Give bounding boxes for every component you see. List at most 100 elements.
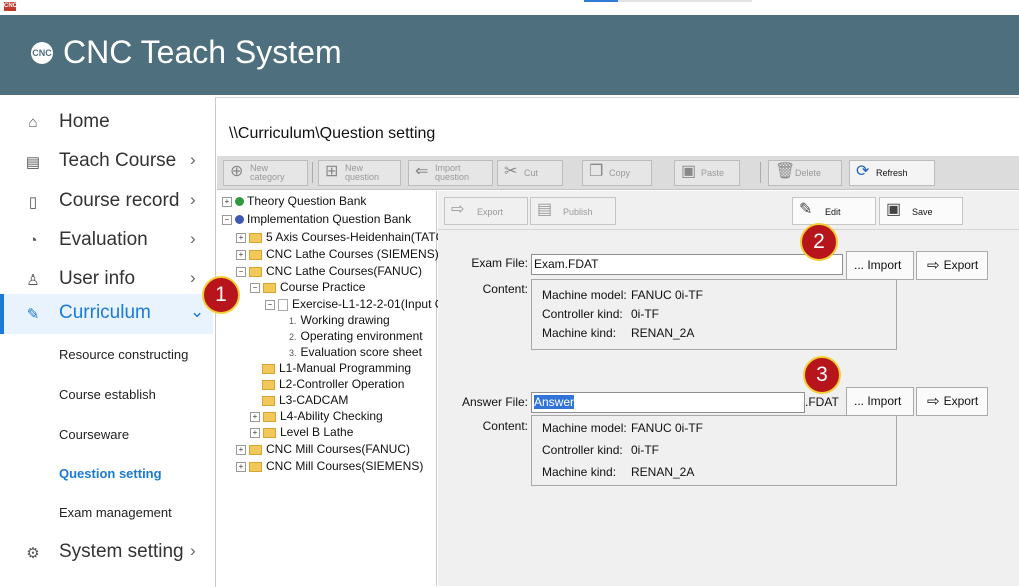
- tree-node-mill-fanuc[interactable]: + CNC Mill Courses(FANUC): [236, 441, 410, 457]
- sidebar-item-label: Course record: [59, 190, 180, 211]
- chevron-down-icon: ⌄: [190, 302, 205, 321]
- expand-icon[interactable]: +: [222, 196, 232, 207]
- answer-content-label: Content:: [482, 419, 528, 433]
- top-progress-strip: [584, 0, 752, 2]
- collapse-icon[interactable]: −: [222, 214, 232, 225]
- tree-node-l3[interactable]: L3-CADCAM: [262, 392, 348, 408]
- paste-icon: ▣: [681, 163, 697, 180]
- tree-node-operating-environment[interactable]: 2. Operating environment: [289, 328, 423, 344]
- sidebar-item-teach-course[interactable]: ▤ Teach Course ›: [0, 142, 213, 182]
- tree-node-level-b[interactable]: + Level B Lathe: [250, 424, 353, 440]
- export-button[interactable]: ⇨ Export: [444, 197, 528, 225]
- trash-icon: 🗑: [775, 163, 796, 180]
- toolbar-separator: [312, 162, 313, 183]
- exam-file-field[interactable]: Exam.FDAT: [531, 254, 843, 275]
- sidebar-subitem-courseware[interactable]: Courseware: [59, 427, 129, 442]
- exam-content-label: Content:: [482, 282, 528, 296]
- tree-node-l2[interactable]: L2-Controller Operation: [262, 376, 404, 392]
- sidebar-subitem-question-setting[interactable]: Question setting: [59, 466, 162, 481]
- sidebar-item-home[interactable]: ⌂ Home: [0, 103, 213, 143]
- tree-node-l4[interactable]: + L4-Ability Checking: [250, 408, 383, 424]
- tree-node-l1[interactable]: L1-Manual Programming: [262, 360, 411, 376]
- edit-button[interactable]: ✎ Edit: [792, 197, 876, 225]
- sidebar-subitem-resource-constructing[interactable]: Resource constructing: [59, 347, 188, 362]
- expand-icon[interactable]: +: [236, 232, 246, 243]
- paste-button[interactable]: ▣ Paste: [674, 160, 740, 186]
- sidebar-item-label: System setting: [59, 541, 184, 562]
- sidebar-item-label: User info: [59, 268, 136, 289]
- new-question-button[interactable]: ⊞ New question: [318, 160, 401, 186]
- exam-export-button[interactable]: ⇨ Export: [916, 251, 988, 280]
- top-progress-fill: [584, 0, 618, 2]
- sidebar-item-system-setting[interactable]: ⚙ System setting ›: [0, 533, 213, 573]
- tree-node-implementation[interactable]: − Implementation Question Bank: [222, 211, 411, 227]
- cut-label: Cut: [524, 168, 539, 178]
- import-question-button[interactable]: ⇐ Import question: [408, 160, 493, 186]
- new-category-button[interactable]: ⊕ New category: [223, 160, 308, 186]
- sidebar-subitem-course-establish[interactable]: Course establish: [59, 387, 156, 402]
- tree-node-exercise[interactable]: − Exercise-L1-12-2-01(Input Co: [265, 296, 450, 312]
- collapse-icon[interactable]: −: [265, 299, 275, 310]
- answer-file-label: Answer File:: [461, 395, 528, 409]
- delete-button[interactable]: 🗑 Delete: [768, 160, 842, 186]
- chevron-right-icon: ›: [190, 150, 196, 169]
- save-icon: ▣: [886, 201, 902, 218]
- tree-node-working-drawing[interactable]: 1. Working drawing: [289, 312, 390, 328]
- sidebar: ⌂ Home ▤ Teach Course › ▯ Course record …: [0, 95, 213, 586]
- export-icon: ⇨: [927, 257, 940, 275]
- sidebar-subitem-exam-management[interactable]: Exam management: [59, 505, 172, 520]
- top-strip: CNC: [0, 0, 1019, 15]
- refresh-label: Refresh: [876, 168, 908, 178]
- tree-node-5axis[interactable]: +5 Axis Courses-Heidenhain(TATC): [236, 229, 448, 245]
- expand-icon[interactable]: +: [236, 444, 246, 455]
- file-icon: [278, 298, 288, 311]
- import-question-label-line2: question: [435, 172, 470, 182]
- home-icon: ⌂: [28, 114, 38, 131]
- tree-node-theory[interactable]: + Theory Question Bank: [222, 193, 366, 209]
- expand-icon[interactable]: +: [236, 461, 246, 472]
- collapse-icon[interactable]: −: [236, 266, 246, 277]
- folder-icon: [263, 427, 276, 438]
- step-badge-3: 3: [803, 356, 841, 394]
- exam-content-box: Machine model: FANUC 0i-TF Controller kin…: [531, 279, 897, 350]
- chevron-right-icon: ›: [190, 541, 196, 560]
- app-small-logo: CNC: [4, 2, 17, 11]
- chevron-right-icon: ›: [190, 190, 196, 209]
- folder-icon: [249, 266, 262, 277]
- detail-toolbar: ⇨ Export ▤ Publish ✎ Edit ▣ Save: [438, 191, 1019, 230]
- tree-node-course-practice[interactable]: − Course Practice: [250, 279, 365, 295]
- save-button[interactable]: ▣ Save: [879, 197, 963, 225]
- answer-import-button[interactable]: ... Import: [846, 387, 914, 416]
- new-question-icon: ⊞: [325, 163, 339, 180]
- expand-icon[interactable]: +: [236, 249, 246, 260]
- expand-icon[interactable]: +: [250, 427, 260, 438]
- answer-export-button[interactable]: ⇨ Export: [916, 387, 988, 416]
- expand-icon[interactable]: +: [250, 411, 260, 422]
- exam-import-button[interactable]: ... Import: [846, 251, 914, 280]
- edit-label: Edit: [825, 207, 841, 217]
- collapse-icon[interactable]: −: [250, 282, 260, 293]
- cut-button[interactable]: ✂ Cut: [497, 160, 563, 186]
- sidebar-item-curriculum[interactable]: ✎ Curriculum ⌄: [0, 294, 213, 334]
- document-icon: ▯: [28, 194, 38, 211]
- sidebar-item-course-record[interactable]: ▯ Course record ›: [0, 182, 213, 222]
- answer-file-value: Answer: [534, 395, 575, 409]
- tree-node-lathe-siemens[interactable]: + CNC Lathe Courses (SIEMENS): [236, 246, 439, 262]
- copy-button[interactable]: ❐ Copy: [582, 160, 652, 186]
- tree-node-mill-siemens[interactable]: + CNC Mill Courses(SIEMENS): [236, 458, 423, 474]
- save-label: Save: [912, 207, 933, 217]
- sidebar-item-label: Evaluation: [59, 229, 148, 250]
- bank-icon: [235, 215, 244, 225]
- chevron-right-icon: ›: [190, 268, 196, 287]
- export-label: Export: [477, 207, 504, 217]
- app-title: CNC Teach System: [63, 34, 342, 70]
- exam-file-label: Exam File:: [471, 256, 528, 270]
- answer-file-field[interactable]: Answer: [531, 392, 805, 413]
- publish-button[interactable]: ▤ Publish: [530, 197, 616, 225]
- tree-node-lathe-fanuc[interactable]: − CNC Lathe Courses(FANUC): [236, 263, 422, 279]
- folder-icon: [249, 461, 262, 472]
- tree-node-evaluation-score[interactable]: 3. Evaluation score sheet: [289, 344, 422, 360]
- refresh-button[interactable]: ⟳ Refresh: [849, 160, 935, 186]
- helmet-logo-icon: CNC: [31, 42, 53, 64]
- sidebar-item-evaluation[interactable]: ◔ Evaluation ›: [0, 221, 213, 261]
